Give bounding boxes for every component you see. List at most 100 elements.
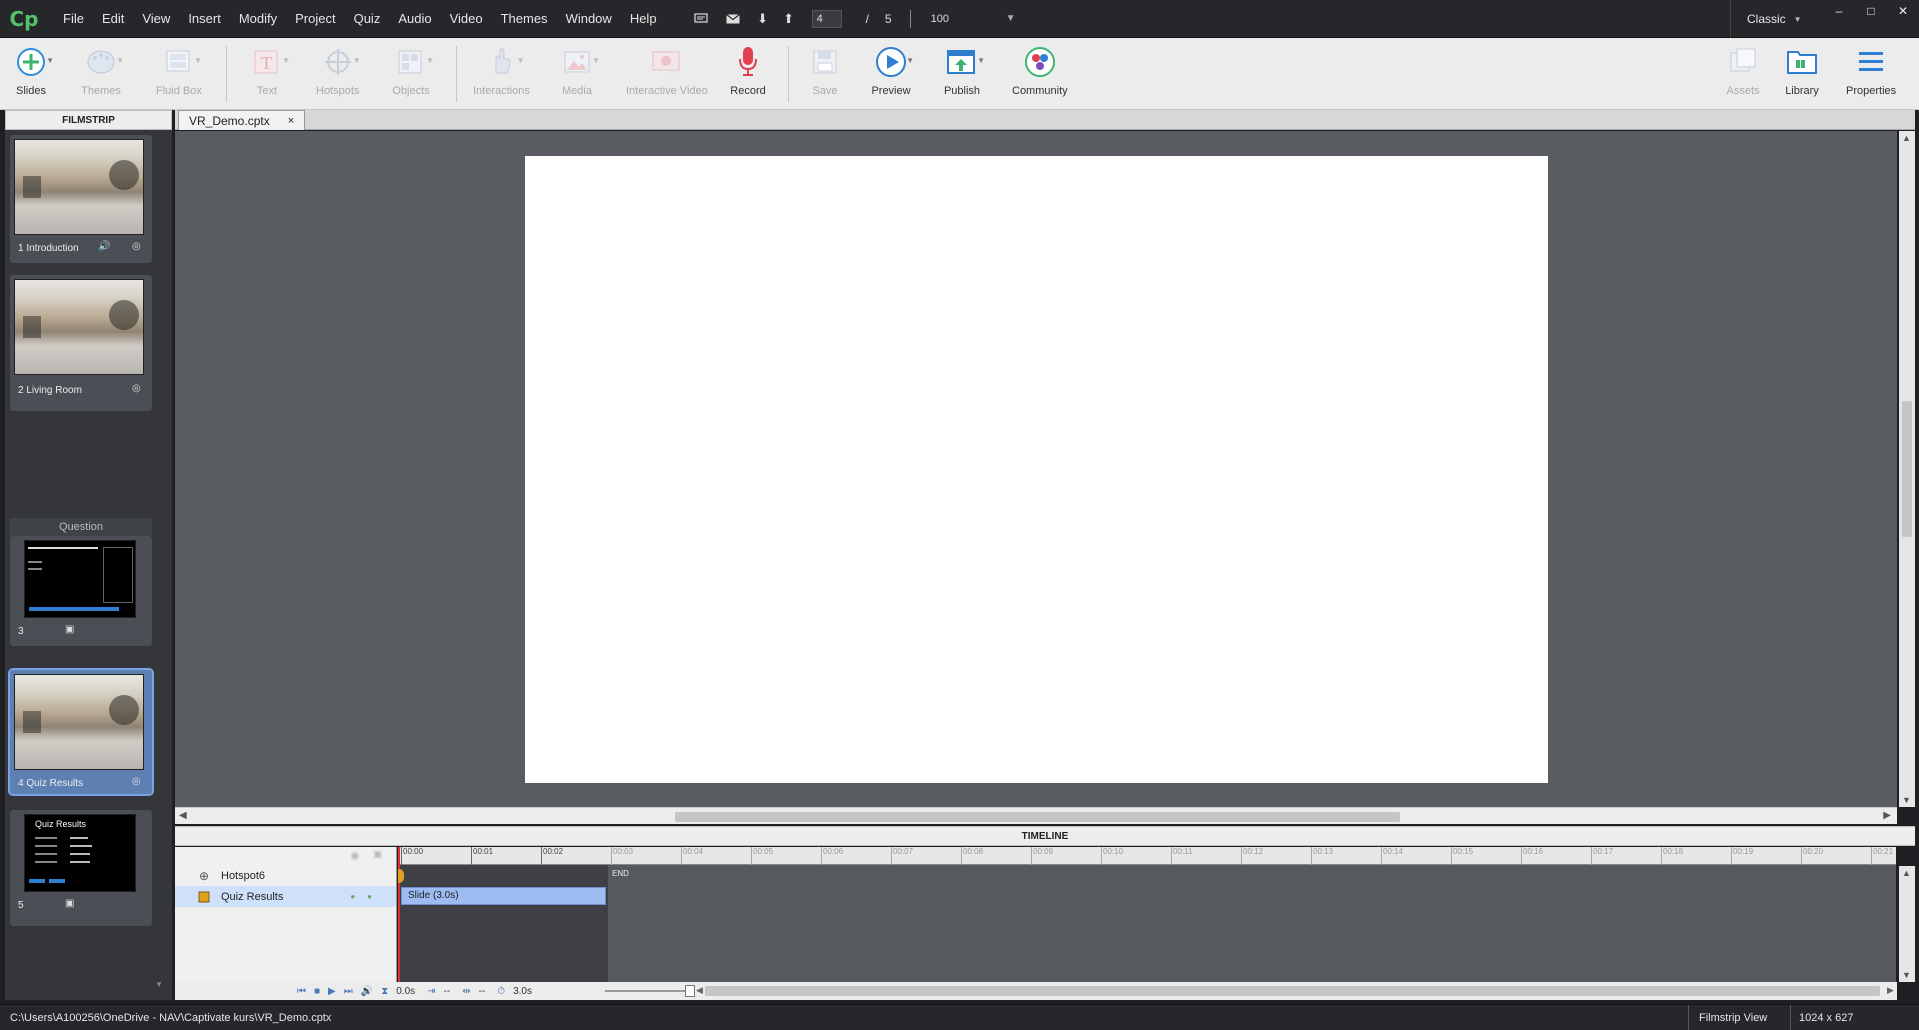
slides-button[interactable]: ▼ Slides <box>10 42 54 106</box>
next-slide-icon[interactable]: ⬇ <box>752 8 774 30</box>
filmstrip-scroll-down-icon[interactable]: ▼ <box>155 980 163 989</box>
maximize-icon[interactable]: □ <box>1855 0 1887 22</box>
menu-video[interactable]: Video <box>441 0 492 38</box>
scrollbar-thumb[interactable] <box>1902 401 1912 537</box>
timeline-tick: 00:06 <box>821 847 843 865</box>
playhead[interactable] <box>398 847 404 1000</box>
stop-icon[interactable]: ■ <box>314 986 320 997</box>
menu-help[interactable]: Help <box>621 0 666 38</box>
properties-button[interactable]: Properties <box>1846 42 1896 106</box>
timeline-tick: 00:18 <box>1661 847 1683 865</box>
media-label: Media <box>562 85 592 97</box>
eye-icon[interactable]: ◉ <box>350 849 360 862</box>
minimize-icon[interactable]: – <box>1823 0 1855 22</box>
objects-label: Objects <box>392 85 430 97</box>
scrollbar-thumb[interactable] <box>675 812 1400 822</box>
floppy-icon <box>804 42 846 82</box>
layer-visibility-dots[interactable]: ●● <box>350 892 384 901</box>
library-icon <box>1781 42 1823 82</box>
menu-window[interactable]: Window <box>557 0 621 38</box>
record-button[interactable]: Record <box>727 42 769 106</box>
timeline-tick: 00:14 <box>1381 847 1403 865</box>
objects-button[interactable]: ▼ Objects <box>390 42 434 106</box>
timeline-tracks: 00:00 00:01 00:02 00:03 00:04 00:05 00:06 00:07… <box>398 847 1896 1000</box>
timeline-tick: 00:09 <box>1031 847 1053 865</box>
menu-bar: Cp File Edit View Insert Modify Project … <box>0 0 1919 38</box>
scroll-right-icon[interactable]: ▶ <box>1887 985 1894 996</box>
scroll-down-icon[interactable]: ▼ <box>1902 970 1911 980</box>
community-button[interactable]: Community <box>1012 42 1068 106</box>
text-button[interactable]: T ▼ Text <box>246 42 290 106</box>
close-icon[interactable]: ✕ <box>1887 0 1919 22</box>
menu-insert[interactable]: Insert <box>179 0 230 38</box>
library-button[interactable]: Library <box>1781 42 1823 106</box>
scroll-up-icon[interactable]: ▲ <box>1902 133 1911 143</box>
rewind-icon[interactable]: ⏮ <box>297 986 306 997</box>
publish-label: Publish <box>943 85 981 97</box>
audio-icon[interactable]: 🔊 <box>361 986 373 997</box>
stage-horizontal-scrollbar[interactable]: ◀ ▶ <box>175 807 1897 824</box>
filmstrip-slide-4[interactable]: 4 Quiz Results ◎ <box>8 668 154 796</box>
save-button[interactable]: Save <box>804 42 846 106</box>
timeline-layer-hotspot[interactable]: ⊕ Hotspot6 <box>175 865 396 886</box>
slide-canvas[interactable] <box>525 156 1548 783</box>
close-icon[interactable]: × <box>288 115 294 127</box>
filmstrip-header: FILMSTRIP <box>5 110 172 130</box>
slide-number-input[interactable]: 4 <box>811 9 842 28</box>
scroll-down-icon[interactable]: ▼ <box>1902 795 1911 805</box>
timeline-header: TIMELINE <box>175 826 1915 846</box>
play-icon[interactable]: ▶ <box>328 986 336 997</box>
publish-button[interactable]: ▼ Publish <box>941 42 985 106</box>
lock-icon[interactable]: ▣ <box>373 849 382 860</box>
menu-modify[interactable]: Modify <box>230 0 286 38</box>
mail-icon[interactable] <box>722 8 744 30</box>
timeline-ruler[interactable]: 00:00 00:01 00:02 00:03 00:04 00:05 00:06 00:07… <box>398 847 1896 865</box>
stage-vertical-scrollbar[interactable]: ▲ ▼ <box>1899 131 1915 807</box>
filmstrip-slide-3[interactable]: 3 ▣ <box>10 536 152 646</box>
filmstrip-slide-5[interactable]: Quiz Results 5 ▣ <box>10 810 152 926</box>
out-time: -- <box>478 985 486 997</box>
previous-slide-icon[interactable]: ⬆ <box>778 8 800 30</box>
workspace-select[interactable]: Classic ▼ <box>1730 0 1802 38</box>
end-icon[interactable]: ⏭ <box>344 986 353 997</box>
interactive-video-button[interactable]: Interactive Video <box>626 42 708 106</box>
menu-themes[interactable]: Themes <box>492 0 557 38</box>
zoom-select[interactable]: 100 <box>931 13 1001 25</box>
hotspots-button[interactable]: ▼ Hotspots <box>316 42 361 106</box>
quiz-icon: ▣ <box>65 898 75 909</box>
interactions-button[interactable]: ▼ Interactions <box>473 42 530 106</box>
filmstrip-slide-1[interactable]: 1 Introduction 🔊 ◎ <box>10 135 152 263</box>
scroll-up-icon[interactable]: ▲ <box>1902 868 1911 878</box>
timeline-tick: 00:12 <box>1241 847 1263 865</box>
captivate-logo: Cp <box>9 6 39 31</box>
scroll-left-icon[interactable]: ◀ <box>696 985 703 996</box>
timeline-zoom-slider[interactable] <box>605 990 691 992</box>
timeline-zoom-handle[interactable] <box>685 985 695 997</box>
text-icon: T ▼ <box>246 42 290 82</box>
slide-2-thumbnail <box>14 279 144 375</box>
timeline-layer-slide[interactable]: Quiz Results ●● <box>175 886 396 907</box>
scroll-left-icon[interactable]: ◀ <box>179 810 187 821</box>
menu-view[interactable]: View <box>133 0 179 38</box>
document-tab[interactable]: VR_Demo.cptx × <box>178 110 306 130</box>
slide-duration-bar[interactable]: Slide (3.0s) <box>401 887 606 905</box>
timeline-tick: 00:21 <box>1871 847 1893 865</box>
preview-button[interactable]: ▼ Preview <box>870 42 914 106</box>
menu-quiz[interactable]: Quiz <box>345 0 390 38</box>
timeline-horizontal-scrollbar[interactable] <box>705 986 1880 996</box>
scroll-right-icon[interactable]: ▶ <box>1883 810 1891 821</box>
themes-button[interactable]: ▼ Themes <box>80 42 124 106</box>
menu-file[interactable]: File <box>54 0 93 38</box>
comment-icon[interactable] <box>690 8 712 30</box>
filmstrip-slide-2[interactable]: 2 Living Room ◎ <box>10 275 152 411</box>
menu-edit[interactable]: Edit <box>93 0 133 38</box>
assets-button[interactable]: Assets <box>1722 42 1764 106</box>
chevron-down-icon[interactable]: ▼ <box>1006 13 1016 24</box>
menu-audio[interactable]: Audio <box>389 0 440 38</box>
quiz-results-title: Quiz Results <box>35 819 87 829</box>
play-circle-icon: ▼ <box>870 42 914 82</box>
fluid-box-button[interactable]: ▼ Fluid Box <box>156 42 202 106</box>
timeline-vertical-scrollbar[interactable]: ▲ ▼ <box>1899 866 1915 982</box>
media-button[interactable]: ▼ Media <box>556 42 600 106</box>
menu-project[interactable]: Project <box>286 0 344 38</box>
